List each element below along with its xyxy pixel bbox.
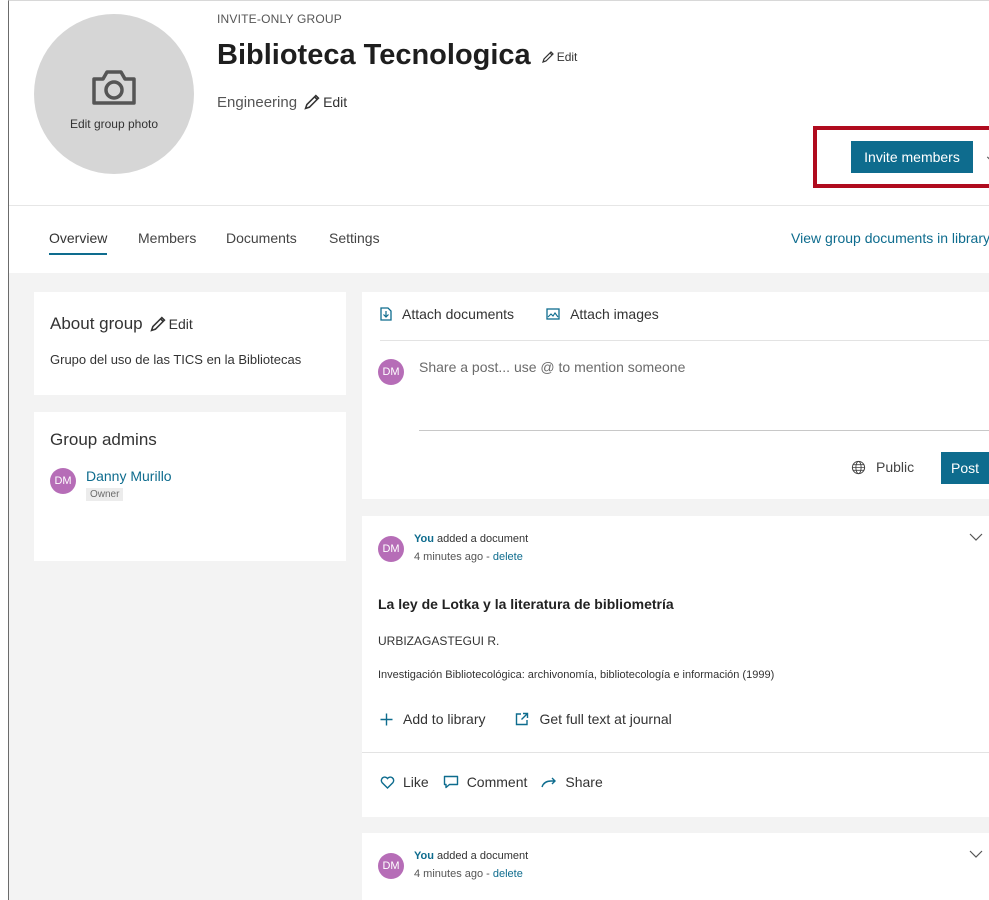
actor-link[interactable]: You [414,850,434,862]
actor-link[interactable]: You [414,533,434,545]
visibility-toggle[interactable]: Public [851,459,914,475]
comment-icon [443,775,458,789]
tab-documents[interactable]: Documents [226,230,297,253]
owner-badge: Owner [86,488,124,501]
edit-subject-link[interactable]: Edit [303,93,347,111]
chevron-down-icon[interactable]: ⌄ [984,147,989,164]
group-type-label: INVITE-ONLY GROUP [217,12,342,26]
comment-button[interactable]: Comment [443,774,528,790]
attach-documents-label: Attach documents [402,306,515,322]
feed-item: DM You added a document 4 minutes ago - … [362,516,989,817]
pencil-icon [304,94,320,110]
external-link-icon [516,712,529,726]
document-source: Investigación Bibliotecológica: archivon… [378,669,775,681]
pencil-icon [149,316,166,332]
image-icon [546,308,560,320]
tab-settings[interactable]: Settings [329,230,380,253]
group-admins-title: Group admins [50,430,157,449]
attach-documents-button[interactable]: Attach documents [380,306,514,322]
like-label: Like [403,774,429,790]
pencil-icon [541,51,554,63]
feed-meta: You added a document 4 minutes ago - del… [414,533,528,563]
like-button[interactable]: Like [380,774,429,790]
edit-group-photo-label: Edit group photo [69,117,159,131]
invite-members-button[interactable]: Invite members [851,141,973,173]
document-icon [380,307,392,321]
about-group-title: About group [50,314,143,333]
about-group-card: About group Edit Grupo del uso de las TI… [34,292,346,395]
document-title[interactable]: La ley de Lotka y la literatura de bibli… [378,596,674,612]
plus-icon [380,713,393,725]
about-description: Grupo del uso de las TICS en la Bibliote… [50,352,302,367]
post-composer: Attach documents Attach images DM Public… [362,292,989,499]
action-text: added a document [433,533,529,545]
group-subject: Engineering Edit [217,93,347,111]
camera-icon [92,70,136,105]
edit-about-link[interactable]: Edit [149,315,193,333]
post-input[interactable] [419,356,989,431]
attach-images-label: Attach images [570,306,659,322]
admin-item: DM Danny Murillo Owner [50,468,330,502]
feed-meta: You added a document 4 minutes ago - del… [414,850,528,880]
feed-item: DM You added a document 4 minutes ago - … [362,833,989,900]
get-full-text-link[interactable]: Get full text at journal [515,711,672,727]
feed-action-text: You added a document [414,850,528,862]
edit-about-label: Edit [168,316,193,332]
heart-icon [380,775,395,789]
app-frame: Edit group photo INVITE-ONLY GROUP Bibli… [8,0,989,900]
about-group-header: About group Edit [50,314,330,334]
add-to-library-label: Add to library [403,711,486,727]
edit-group-photo[interactable]: Edit group photo [34,14,194,174]
action-text: added a document [433,850,529,862]
get-full-text-label: Get full text at journal [539,711,672,727]
avatar: DM [378,853,404,879]
share-button[interactable]: Share [541,774,603,790]
comment-label: Comment [466,774,528,790]
feed-timestamp: 4 minutes ago - delete [414,868,528,880]
add-to-library-button[interactable]: Add to library [380,711,485,727]
feed-action-text: You added a document [414,533,528,545]
document-actions: Add to library Get full text at journal [380,711,702,727]
avatar: DM [378,359,404,385]
delete-link[interactable]: delete [493,551,523,563]
feed-header: DM You added a document 4 minutes ago - … [378,533,528,563]
globe-icon [851,460,866,474]
avatar: DM [378,536,404,562]
time-text: 4 minutes ago - [414,551,493,563]
group-title: Biblioteca Tecnologica Edit [217,39,577,72]
attach-images-button[interactable]: Attach images [546,306,659,322]
group-tabs: Overview Members Documents Settings View… [9,205,989,273]
edit-title-label: Edit [556,50,578,64]
group-header: Edit group photo INVITE-ONLY GROUP Bibli… [9,1,989,205]
view-library-link[interactable]: View group documents in library [791,230,989,246]
share-arrow-icon [541,777,557,788]
chevron-down-icon[interactable] [969,849,983,859]
social-actions: Like Comment Share [380,774,617,790]
edit-subject-label: Edit [323,94,348,110]
admin-info: Danny Murillo Owner [86,468,172,502]
delete-link[interactable]: delete [493,868,523,880]
avatar[interactable]: DM [50,468,76,494]
group-title-text: Biblioteca Tecnologica [217,39,531,71]
visibility-label: Public [876,459,915,475]
feed-divider [362,752,989,753]
attach-row: Attach documents Attach images [380,306,691,322]
group-admins-card: Group admins DM Danny Murillo Owner [34,412,346,561]
group-subject-text: Engineering [217,93,298,111]
composer-divider [380,340,989,341]
tab-overview[interactable]: Overview [49,230,108,255]
feed-header: DM You added a document 4 minutes ago - … [378,850,528,880]
tab-members[interactable]: Members [138,230,196,253]
share-label: Share [565,774,603,790]
post-button[interactable]: Post [941,452,989,484]
document-author: URBIZAGASTEGUI R. [378,634,500,648]
chevron-down-icon[interactable] [969,532,983,542]
time-text: 4 minutes ago - [414,868,493,880]
edit-title-link[interactable]: Edit [541,50,578,64]
admin-name-link[interactable]: Danny Murillo [86,468,172,484]
feed-timestamp: 4 minutes ago - delete [414,551,528,563]
